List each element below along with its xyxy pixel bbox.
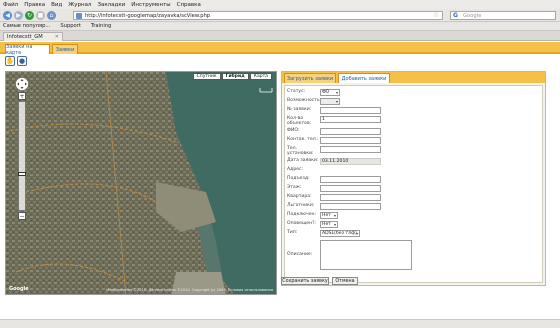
chevron-down-icon: ▾	[355, 231, 358, 236]
map-type-switch: Спутник Гибрид Карта	[192, 73, 272, 80]
menu-history[interactable]: Журнал	[68, 2, 91, 8]
status-bar	[0, 319, 560, 328]
hand-icon[interactable]: ✋	[5, 56, 15, 66]
url-text: http://infotecstt-googlemap/zayavka/scVi…	[85, 12, 211, 19]
request-form: Статус: Ф0 ▾ Возможность: ▾ № заявки: Кол…	[284, 85, 543, 283]
close-tab-icon[interactable]: ✕	[55, 34, 59, 40]
full-name-input[interactable]	[320, 128, 381, 135]
home-icon[interactable]: ⌂	[47, 10, 56, 20]
request-panel: Загрузить заявки Добавить заявки Статус:…	[281, 71, 546, 286]
field-status: Статус: Ф0 ▾	[287, 89, 340, 96]
field-possibility: Возможность: ▾	[287, 98, 340, 105]
status-select[interactable]: Ф0 ▾	[320, 89, 340, 96]
menu-help[interactable]: Справка	[177, 2, 201, 8]
map-type-satellite[interactable]: Спутник	[192, 73, 221, 80]
field-address: Адрес:	[287, 167, 304, 172]
browser-tab[interactable]: Infotecstt_GM ✕	[3, 32, 63, 41]
menu-view[interactable]: Вид	[51, 2, 62, 8]
menu-bar: Файл Правка Вид Журнал Закладки Инструме…	[0, 0, 560, 9]
map-imagery	[6, 72, 276, 294]
browser-tab-title: Infotecstt_GM	[7, 34, 43, 40]
navigation-toolbar: ◀ ▶ ↻ ■ ⌂ http://infotecstt-googlemap/za…	[0, 9, 560, 22]
chevron-down-icon: ▾	[333, 213, 336, 218]
browser-tab-bar: Infotecstt_GM ✕	[0, 31, 560, 41]
tab-add-request[interactable]: Добавить заявки	[338, 73, 390, 83]
stop-icon[interactable]: ■	[36, 10, 45, 20]
url-bar[interactable]: http://infotecstt-googlemap/zayavka/scVi…	[73, 11, 443, 20]
tab-requests[interactable]: Заявки	[52, 44, 78, 54]
forward-icon[interactable]: ▶	[14, 10, 23, 20]
pan-control-icon[interactable]	[15, 77, 29, 91]
connected-select[interactable]: Нет ▾	[320, 212, 338, 219]
field-notified: Оповещен?: Нет ▾	[287, 221, 338, 228]
form-actions: Сохранить заявку Отмена	[281, 277, 361, 285]
back-icon[interactable]: ◀	[3, 10, 12, 20]
description-textarea[interactable]	[320, 240, 412, 270]
field-type: Тип: ADSL(без тлф) ▾	[287, 230, 360, 237]
menu-edit[interactable]: Правка	[24, 2, 45, 8]
google-search-icon: G	[453, 12, 458, 19]
menu-tools[interactable]: Инструменты	[131, 2, 170, 8]
object-count-input[interactable]: 1	[320, 116, 381, 123]
bookmark-support[interactable]: Support	[60, 23, 81, 29]
zoom-slider-handle[interactable]	[18, 172, 26, 176]
request-date-input: 03.11.2010	[320, 158, 381, 165]
field-description: Описание:	[285, 240, 543, 272]
field-request-number: № заявки:	[285, 107, 543, 115]
chevron-down-icon: ▾	[335, 99, 338, 104]
contact-phone-input[interactable]	[320, 137, 381, 144]
type-select[interactable]: ADSL(без тлф) ▾	[320, 230, 360, 237]
chevron-down-icon: ▾	[333, 222, 336, 227]
apartment-input[interactable]	[320, 194, 381, 201]
floor-input[interactable]	[320, 185, 381, 192]
cancel-button[interactable]: Отмена	[332, 277, 358, 285]
field-floor: Этаж:	[285, 185, 543, 193]
entrance-input[interactable]	[320, 176, 381, 183]
map-scale-icon	[259, 88, 273, 93]
field-install-phone: Тел. установки:	[285, 146, 543, 157]
bookmark-star-icon[interactable]: ☆	[433, 11, 439, 19]
menu-file[interactable]: Файл	[3, 2, 18, 8]
field-object-count: Кол-во объектов: 1	[285, 116, 543, 127]
field-request-date: Дата заявки: 03.11.2010	[285, 158, 543, 166]
search-box[interactable]: G Google	[450, 11, 556, 20]
map-type-map[interactable]: Карта	[249, 73, 272, 80]
install-phone-input[interactable]	[320, 146, 381, 153]
marker-icon[interactable]: ●	[17, 56, 27, 66]
search-placeholder: Google	[463, 12, 482, 19]
field-beneficiaries: Льготники:	[285, 203, 543, 211]
bookmark-most-visited[interactable]: Самые популяр...	[3, 23, 50, 29]
bookmark-training[interactable]: Training	[91, 23, 111, 29]
tab-load-requests[interactable]: Загрузить заявки	[284, 73, 336, 83]
panel-tab-strip: Загрузить заявки Добавить заявки	[282, 72, 545, 83]
field-full-name: ФИО:	[285, 128, 543, 136]
zoom-out-icon[interactable]: −	[18, 212, 26, 220]
zoom-slider[interactable]	[18, 101, 26, 211]
field-entrance: Подъезд:	[285, 176, 543, 184]
chevron-down-icon: ▾	[335, 90, 338, 95]
satellite-map[interactable]: Спутник Гибрид Карта + − Google Изображе…	[5, 71, 277, 295]
map-copyright[interactable]: Изображения ©2010. Данные карты ©2010. C…	[106, 288, 273, 292]
tab-requests-on-map[interactable]: Заявки на карте	[5, 44, 50, 56]
possibility-select[interactable]: ▾	[320, 98, 340, 105]
map-type-hybrid[interactable]: Гибрид	[221, 73, 249, 80]
save-request-button[interactable]: Сохранить заявку	[281, 277, 329, 285]
reload-icon[interactable]: ↻	[25, 10, 34, 20]
beneficiaries-input[interactable]	[320, 203, 381, 210]
notified-select[interactable]: Нет ▾	[320, 221, 338, 228]
field-contact-phone: Контак. тел.:	[285, 137, 543, 145]
site-favicon-icon	[76, 13, 82, 19]
app-tab-strip: Заявки на карте Заявки	[0, 42, 560, 56]
bookmarks-toolbar: Самые популяр... Support Training	[0, 22, 560, 31]
request-number-input[interactable]	[320, 107, 381, 114]
field-connected: Подключен: Нет ▾	[287, 212, 338, 219]
field-apartment: Квартира:	[285, 194, 543, 202]
google-logo: Google	[9, 286, 29, 292]
menu-bookmarks[interactable]: Закладки	[97, 2, 125, 8]
zoom-in-icon[interactable]: +	[18, 92, 26, 100]
map-tools: ✋ ●	[5, 56, 29, 68]
